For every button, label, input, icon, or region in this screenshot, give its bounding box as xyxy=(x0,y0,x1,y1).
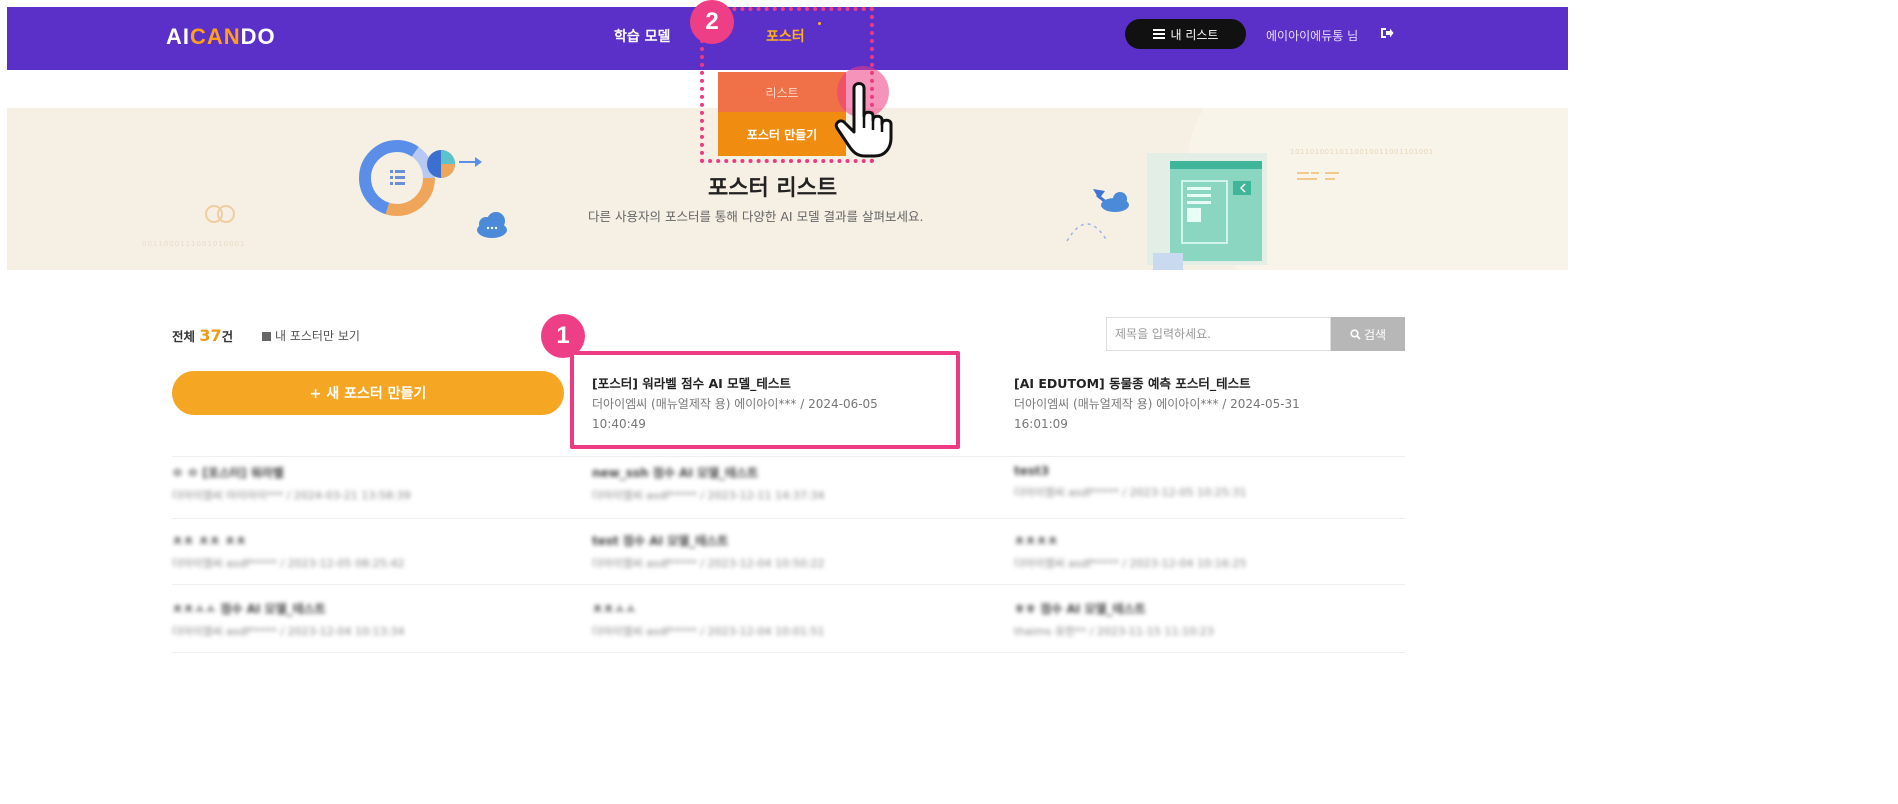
pointer-hand-icon xyxy=(834,82,893,158)
total-count: 전체 37건 xyxy=(172,326,234,345)
poster-item[interactable]: new_ssh 점수 AI 모델_테스트 더아이엠씨 asdf***** / 20… xyxy=(592,464,972,508)
logo-part-ai: AI xyxy=(166,24,190,49)
step-badge-1: 1 xyxy=(541,314,585,358)
logo-part-can: CAN xyxy=(190,24,241,49)
search-button[interactable]: 검색 xyxy=(1331,317,1405,351)
toggle-illustration xyxy=(205,205,235,223)
my-list-button[interactable]: 내 리스트 xyxy=(1125,19,1246,49)
poster-item[interactable]: ㅊㅊ ㅊㅊ ㅊㅊ 더아이엠씨 asdf***** / 2023-12-05 08:… xyxy=(172,532,552,576)
row-divider xyxy=(172,652,1405,653)
donut-chart-illustration xyxy=(359,140,507,238)
site-logo[interactable]: AICANDO xyxy=(166,24,276,50)
step-badge-2: 2 xyxy=(690,0,734,44)
poster-item[interactable]: ㅊㅊㅅㅅ 점수 AI 모델_테스트 더아이엠씨 asdf***** / 2023-… xyxy=(172,600,552,644)
my-list-label: 내 리스트 xyxy=(1170,27,1219,42)
chart-deco-illustration xyxy=(1297,172,1339,180)
row-divider xyxy=(172,518,1405,519)
list-icon xyxy=(1152,29,1165,39)
poster-item[interactable]: ㅇ ㅇ [포스터] 워라벨 더아이엠씨 아이아이*** / 2024-03-21 … xyxy=(172,464,552,508)
user-name: 에이아이에듀통 님 xyxy=(1266,29,1359,43)
filter-icon xyxy=(262,332,271,341)
document-illustration xyxy=(1066,153,1267,270)
total-count-number: 37 xyxy=(199,326,222,345)
banner-binary-right: 10110100110110010011001101001 xyxy=(1290,148,1434,156)
banner-binary-left: 0011000111001010001 xyxy=(142,240,246,248)
search-input[interactable] xyxy=(1106,317,1331,351)
logo-part-do: DO xyxy=(240,24,276,49)
page-subtitle: 다른 사용자의 포스터를 통해 다양한 AI 모델 결과를 살펴보세요. xyxy=(588,209,924,224)
poster-item[interactable]: ㅎㅎ 점수 AI 모델_테스트 thaims 유한** / 2023-11-15 … xyxy=(1014,600,1394,644)
poster-item[interactable]: test3 더아이엠씨 asdf***** / 2023-12-05 10:25:… xyxy=(1014,464,1394,508)
search-icon xyxy=(1350,328,1361,340)
new-poster-button[interactable]: + 새 포스터 만들기 xyxy=(172,371,564,415)
page-title: 포스터 리스트 xyxy=(708,176,838,201)
row-divider xyxy=(172,456,1405,457)
logout-icon[interactable] xyxy=(1380,27,1394,42)
poster-item[interactable]: test 점수 AI 모델_테스트 더아이엠씨 asdf***** / 2023-… xyxy=(592,532,972,576)
my-posters-only-filter[interactable]: 내 포스터만 보기 xyxy=(262,327,360,344)
poster-meta: 더아이엠씨 (매뉴얼제작 용) 에이아이*** / 2024-05-31 16:… xyxy=(1014,397,1300,431)
poster-item[interactable]: ㅊㅊㅅㅅ 더아이엠씨 asdf***** / 2023-12-04 10:01:5… xyxy=(592,600,972,644)
row-divider xyxy=(172,584,1405,585)
poster-title[interactable]: [AI EDUTOM] 동물종 예측 포스터_테스트 xyxy=(1014,373,1394,392)
poster-item[interactable]: [AI EDUTOM] 동물종 예측 포스터_테스트 더아이엠씨 (매뉴얼제작 … xyxy=(1014,373,1394,434)
poster-item[interactable]: ㅊㅊㅊㅊ 더아이엠씨 asdf***** / 2023-12-04 10:16:2… xyxy=(1014,532,1394,576)
annotation-highlight-box xyxy=(570,351,960,449)
nav-learning-model[interactable]: 학습 모델 xyxy=(614,26,670,46)
